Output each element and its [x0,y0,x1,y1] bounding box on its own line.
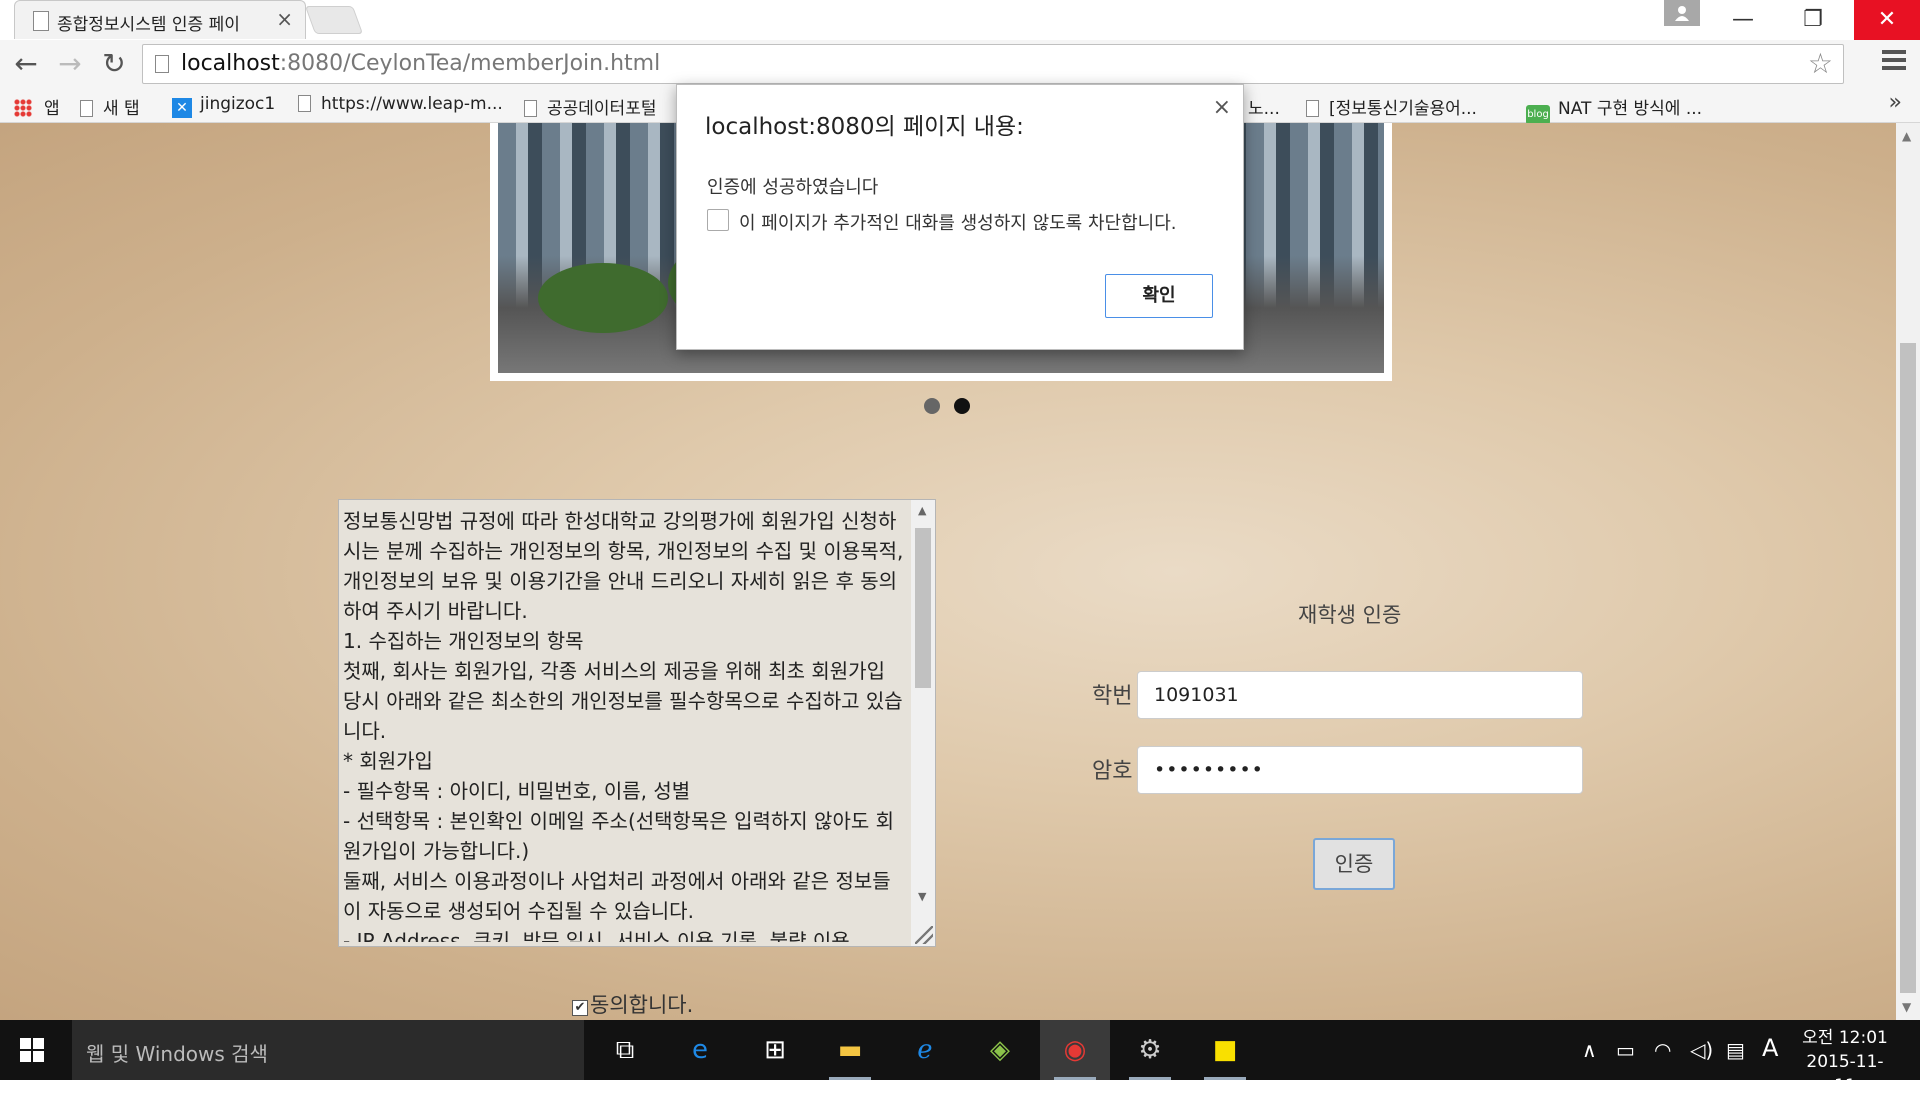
browser-toolbar: ← → ↻ localhost:8080/CeylonTea/memberJoi… [0,40,1920,88]
page-icon [1306,100,1319,117]
chrome-icon[interactable]: ◉ [1040,1020,1110,1080]
password-input[interactable]: ••••••••• [1137,746,1583,794]
minimize-button[interactable]: — [1714,0,1772,40]
suppress-dialogs-label[interactable]: 이 페이지가 추가적인 대화를 생성하지 않도록 차단합니다. [739,209,1177,235]
close-icon[interactable]: × [1213,95,1231,120]
agree-checkbox-row[interactable]: ✔ 동의합니다. [572,989,693,1019]
notification-icon[interactable]: ▤ [1726,1038,1745,1062]
menu-icon[interactable] [1882,50,1906,74]
bookmark-ict-terms[interactable]: [정보통신기술용어... [1306,94,1477,119]
terms-textarea[interactable]: 정보통신망법 규정에 따라 한성대학교 강의평가에 회원가입 신청하시는 분께 … [338,499,936,947]
auth-button[interactable]: 인증 [1313,838,1395,890]
volume-icon[interactable]: ◁) [1690,1038,1713,1062]
bookmark-leap[interactable]: https://www.leap-m... [298,94,503,114]
resize-grip-icon[interactable] [915,926,933,944]
scroll-up-icon[interactable]: ▲ [918,504,926,517]
carousel-dot-1[interactable] [924,398,940,414]
apps-icon [14,99,32,117]
clock-date: 2015-11-11 [1806,1052,1884,1096]
suppress-dialogs-checkbox[interactable] [707,209,729,231]
kakaotalk-icon[interactable]: ■ [1190,1020,1260,1080]
address-bar[interactable]: localhost:8080/CeylonTea/memberJoin.html… [142,44,1844,84]
bookmark-apps[interactable]: 앱 [14,94,60,119]
carousel-dot-2[interactable] [954,398,970,414]
agree-label: 동의합니다. [590,993,694,1017]
bookmark-data-portal[interactable]: 공공데이터포털 [524,94,656,119]
page-scrollbar[interactable]: ▲ ▼ [1896,123,1920,1020]
tab-close-icon[interactable]: × [276,7,293,31]
taskbar-clock[interactable]: 오전 12:01 2015-11-11 [1800,1026,1890,1098]
page-scroll-thumb[interactable] [1900,343,1916,993]
tab-title: 종합정보시스템 인증 페이 [57,15,240,35]
new-tab-button[interactable] [304,6,364,34]
power-icon[interactable]: ▭ [1616,1038,1635,1062]
page-icon [155,55,169,73]
browser-tab[interactable]: 종합정보시스템 인증 페이 × [14,0,306,39]
internet-explorer-icon[interactable]: ℯ [890,1020,960,1080]
page-icon [524,100,537,117]
ime-indicator[interactable]: A [1762,1034,1778,1062]
scroll-up-icon[interactable]: ▲ [1902,129,1911,143]
back-icon[interactable]: ← [10,48,42,80]
file-explorer-icon[interactable]: ▬ [815,1020,885,1080]
close-window-button[interactable]: ✕ [1854,0,1920,40]
taskbar-search[interactable]: 웹 및 Windows 검색 [72,1020,584,1080]
search-placeholder: 웹 및 Windows 검색 [86,1042,268,1066]
chevron-up-icon[interactable]: ∧ [1582,1038,1597,1062]
tree-shape [538,263,668,333]
bookmarks-overflow[interactable]: » [1889,90,1902,115]
bookmark-new-tab[interactable]: 새 탭 [80,94,140,119]
page-icon [298,95,311,112]
scroll-down-icon[interactable]: ▼ [918,890,926,903]
bookmark-jingizoc1[interactable]: ✕ jingizoc1 [172,94,275,118]
clock-time: 오전 12:01 [1802,1028,1888,1048]
dialog-message: 인증에 성공하였습니다 [707,177,879,198]
task-view-icon[interactable]: ⧉ [590,1020,660,1080]
terms-scroll-thumb[interactable] [915,528,931,688]
x-icon: ✕ [172,98,192,118]
url-text: localhost:8080/CeylonTea/memberJoin.html [181,51,661,76]
bookmark-star-icon[interactable]: ☆ [1808,47,1833,80]
forward-icon[interactable]: → [54,48,86,80]
edge-icon[interactable]: e [665,1020,735,1080]
android-studio-icon[interactable]: ◈ [965,1020,1035,1080]
student-id-input[interactable]: 1091031 [1137,671,1583,719]
ok-button[interactable]: 확인 [1105,274,1213,318]
windows-start-icon[interactable] [20,1038,44,1062]
auth-title: 재학생 인증 [1298,603,1402,627]
blog-icon: blog [1526,105,1550,125]
settings-gear-icon[interactable]: ⚙ [1115,1020,1185,1080]
wifi-icon[interactable]: ◠ [1654,1038,1671,1062]
bookmark-nat[interactable]: blog NAT 구현 방식에 ... [1526,94,1702,125]
student-id-label: 학번 [1092,684,1133,709]
alert-dialog: localhost:8080의 페이지 내용: × 인증에 성공하였습니다 이 … [676,84,1244,350]
bookmark-hidden[interactable]: 노... [1248,94,1280,119]
user-icon [1675,6,1689,21]
dialog-title: localhost:8080의 페이지 내용: [705,114,1024,140]
restore-button[interactable]: ❐ [1784,0,1842,40]
terms-scrollbar[interactable]: ▲ ▼ [911,500,935,946]
page-icon [33,11,49,31]
page-icon [80,100,93,117]
agree-checkbox[interactable]: ✔ [572,1000,588,1016]
profile-button[interactable] [1664,0,1700,26]
tab-strip: 종합정보시스템 인증 페이 × — ❐ ✕ [0,0,1920,40]
taskbar: 웹 및 Windows 검색 ⧉ e ⊞ ▬ ℯ ◈ ◉ ⚙ ■ ∧ ▭ ◠ ◁… [0,1020,1920,1096]
terms-text: 정보통신망법 규정에 따라 한성대학교 강의평가에 회원가입 신청하시는 분께 … [343,509,904,942]
store-icon[interactable]: ⊞ [740,1020,810,1080]
scroll-down-icon[interactable]: ▼ [1902,1000,1911,1014]
reload-icon[interactable]: ↻ [98,48,130,80]
password-label: 암호 [1092,759,1133,784]
